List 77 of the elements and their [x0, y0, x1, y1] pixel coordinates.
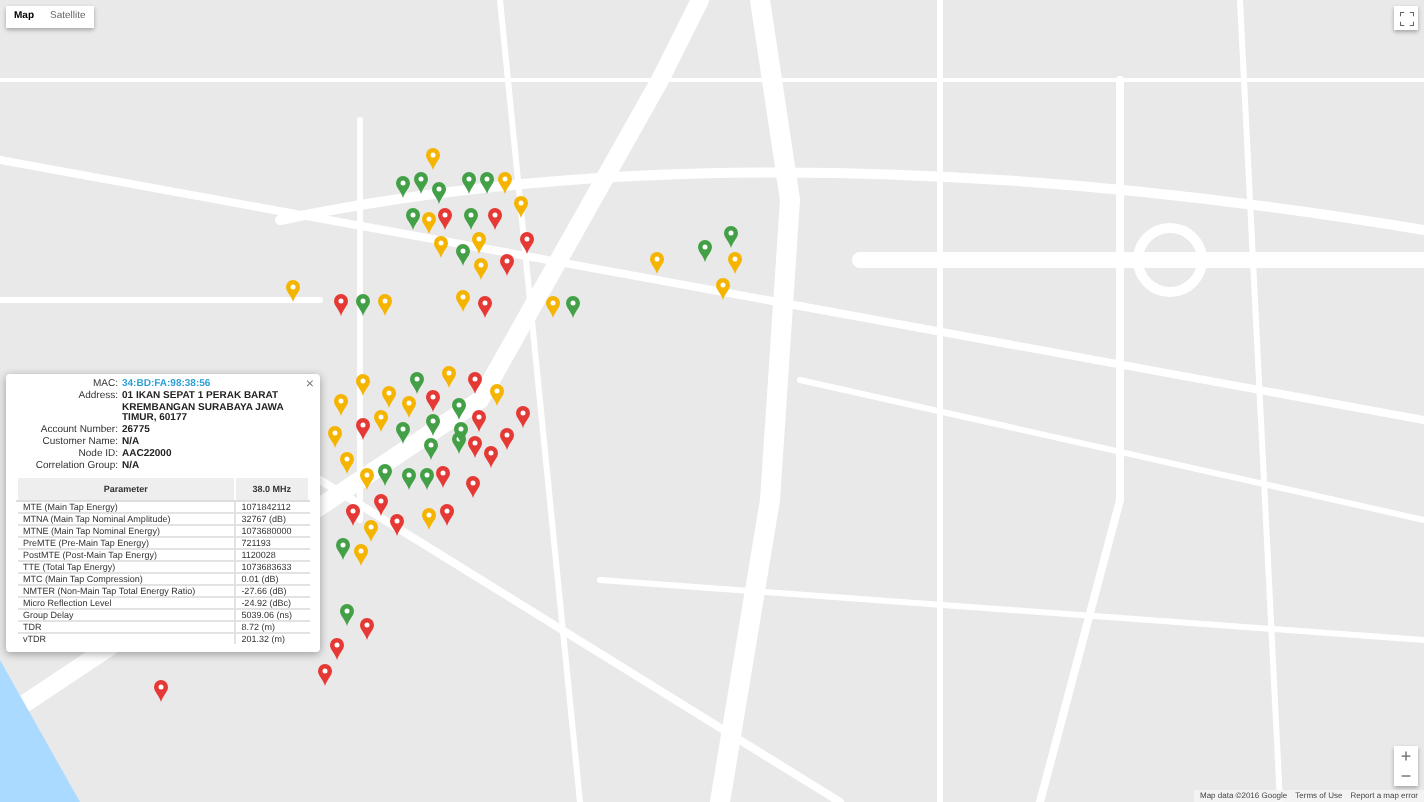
map-pin-icon[interactable] — [339, 452, 353, 474]
map-pin-icon[interactable] — [471, 232, 485, 254]
map-pin-icon[interactable] — [453, 422, 467, 444]
map-pin-icon[interactable] — [345, 504, 359, 526]
map-pin-icon[interactable] — [477, 296, 491, 318]
map-pin-icon[interactable] — [437, 208, 451, 230]
map-pin-icon[interactable] — [513, 196, 527, 218]
map-pin-icon[interactable] — [451, 398, 465, 420]
map-pin-icon[interactable] — [439, 504, 453, 526]
map-pin-icon[interactable] — [433, 236, 447, 258]
map-pin-icon[interactable] — [425, 390, 439, 412]
map-pin-icon[interactable] — [381, 386, 395, 408]
map-pin-icon[interactable] — [435, 466, 449, 488]
map-pin-icon[interactable] — [333, 394, 347, 416]
map-pin-icon[interactable] — [473, 258, 487, 280]
map-pin-icon[interactable] — [425, 148, 439, 170]
map-pin-icon[interactable] — [153, 680, 167, 702]
zoom-in-button[interactable]: + — [1394, 746, 1418, 766]
map-pin-icon[interactable] — [715, 278, 729, 300]
map-pin-icon[interactable] — [467, 372, 481, 394]
map-pin-icon[interactable] — [723, 226, 737, 248]
map-pin-icon[interactable] — [545, 296, 559, 318]
map-pin-icon[interactable] — [421, 508, 435, 530]
map-pin-icon[interactable] — [405, 208, 419, 230]
map-pin-icon[interactable] — [409, 372, 423, 394]
map-pin-icon[interactable] — [401, 468, 415, 490]
map-pin-icon[interactable] — [353, 544, 367, 566]
map-pin-icon[interactable] — [401, 396, 415, 418]
map-pin-icon[interactable] — [377, 464, 391, 486]
map-pin-icon[interactable] — [483, 446, 497, 468]
map-pin-icon[interactable] — [333, 294, 347, 316]
map-pin-icon[interactable] — [499, 254, 513, 276]
map-pin-icon[interactable] — [697, 240, 711, 262]
map-pin-icon[interactable] — [425, 414, 439, 436]
map-pin-icon[interactable] — [355, 294, 369, 316]
map-pin-icon[interactable] — [359, 618, 373, 640]
map-pin-icon[interactable] — [285, 280, 299, 302]
map-pin-icon[interactable] — [489, 384, 503, 406]
map-pin-icon[interactable] — [395, 422, 409, 444]
map-pin-icon[interactable] — [359, 468, 373, 490]
fullscreen-button[interactable] — [1394, 6, 1418, 30]
map-pin-icon[interactable] — [515, 406, 529, 428]
map-pin-icon[interactable] — [419, 468, 433, 490]
map-pin-icon[interactable] — [463, 208, 477, 230]
map-pin-icon[interactable] — [413, 172, 427, 194]
map-pin-icon[interactable] — [355, 374, 369, 396]
map-pin-icon[interactable] — [327, 426, 341, 448]
map-pin-icon[interactable] — [329, 638, 343, 660]
map-pin-icon[interactable] — [461, 172, 475, 194]
map-pin-icon[interactable] — [727, 252, 741, 274]
map-pin-icon[interactable] — [497, 172, 511, 194]
map-pin-icon[interactable] — [465, 476, 479, 498]
map-pin-icon[interactable] — [335, 538, 349, 560]
map-pin-icon[interactable] — [467, 436, 481, 458]
map-pin-icon[interactable] — [471, 410, 485, 432]
map-pin-icon[interactable] — [373, 410, 387, 432]
map-pin-icon[interactable] — [455, 290, 469, 312]
map-pin-icon[interactable] — [377, 294, 391, 316]
map-pin-icon[interactable] — [487, 208, 501, 230]
map-pin-icon[interactable] — [499, 428, 513, 450]
map-pin-icon[interactable] — [479, 172, 493, 194]
map-pin-icon[interactable] — [317, 664, 331, 686]
map-pin-icon[interactable] — [519, 232, 533, 254]
map-pin-icon[interactable] — [455, 244, 469, 266]
map-pin-icon[interactable] — [395, 176, 409, 198]
map-pin-icon[interactable] — [373, 494, 387, 516]
map-pin-icon[interactable] — [431, 182, 445, 204]
map-pin-icon[interactable] — [565, 296, 579, 318]
map-pin-icon[interactable] — [355, 418, 369, 440]
zoom-out-button[interactable]: − — [1394, 766, 1418, 786]
map-pin-icon[interactable] — [389, 514, 403, 536]
map-pin-icon[interactable] — [441, 366, 455, 388]
map-pin-icon[interactable] — [649, 252, 663, 274]
map-pin-icon[interactable] — [339, 604, 353, 626]
map-pin-icon[interactable] — [363, 520, 377, 542]
map-pin-icon[interactable] — [423, 438, 437, 460]
map-pin-icon[interactable] — [421, 212, 435, 234]
